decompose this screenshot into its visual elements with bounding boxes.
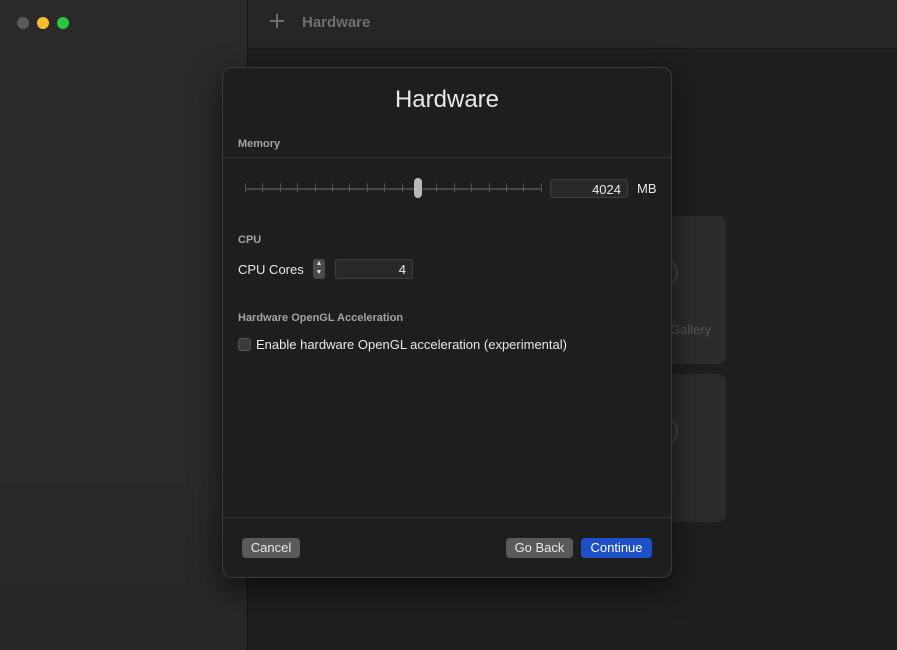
- slider-tick: [262, 183, 264, 192]
- card-label: Gallery: [670, 322, 712, 337]
- slider-tick: [366, 183, 368, 192]
- cpu-cores-input[interactable]: 4: [335, 259, 413, 279]
- slider-tick: [245, 183, 246, 192]
- cpu-cores-stepper[interactable]: ▲ ▼: [313, 259, 325, 279]
- slider-tick: [279, 183, 281, 192]
- slider-tick: [332, 183, 333, 192]
- cancel-button[interactable]: Cancel: [242, 538, 300, 558]
- maximize-window-button[interactable]: [57, 17, 69, 29]
- memory-section-label: Memory: [238, 138, 281, 150]
- slider-tick: [540, 183, 542, 192]
- slider-tick: [471, 183, 473, 192]
- slider-tick: [453, 183, 455, 192]
- sidebar: [0, 0, 248, 650]
- footer-divider: [223, 517, 671, 518]
- continue-button[interactable]: Continue: [581, 538, 652, 558]
- memory-input[interactable]: 4024: [550, 179, 628, 198]
- opengl-checkbox[interactable]: [238, 338, 251, 351]
- slider-tick: [436, 183, 438, 192]
- slider-tick: [488, 183, 490, 192]
- opengl-section-label: Hardware OpenGL Acceleration: [238, 312, 404, 324]
- close-window-button[interactable]: [17, 17, 29, 29]
- slider-tick: [506, 183, 507, 192]
- stepper-up-icon[interactable]: ▲: [315, 260, 323, 268]
- slider-tick: [384, 183, 386, 192]
- memory-slider-thumb[interactable]: [414, 178, 422, 198]
- opengl-checkbox-label[interactable]: Enable hardware OpenGL acceleration (exp…: [256, 337, 567, 352]
- plus-icon[interactable]: [268, 12, 286, 30]
- toolbar-title: Hardware: [302, 14, 371, 31]
- cpu-cores-label: CPU Cores: [238, 262, 304, 277]
- dialog-title: Hardware: [394, 86, 500, 113]
- slider-tick: [297, 183, 299, 192]
- memory-slider[interactable]: [245, 188, 541, 190]
- slider-tick: [523, 183, 525, 192]
- slider-tick: [349, 183, 351, 192]
- go-back-button[interactable]: Go Back: [506, 538, 573, 558]
- minimize-window-button[interactable]: [37, 17, 49, 29]
- hardware-dialog: Hardware Memory 4024 MB CPU CPU Cores ▲ …: [222, 67, 672, 578]
- divider: [223, 157, 671, 158]
- stepper-down-icon[interactable]: ▼: [315, 269, 323, 277]
- slider-tick: [401, 183, 403, 192]
- memory-unit: MB: [637, 181, 657, 196]
- slider-tick: [314, 183, 316, 192]
- cpu-section-label: CPU: [238, 234, 262, 246]
